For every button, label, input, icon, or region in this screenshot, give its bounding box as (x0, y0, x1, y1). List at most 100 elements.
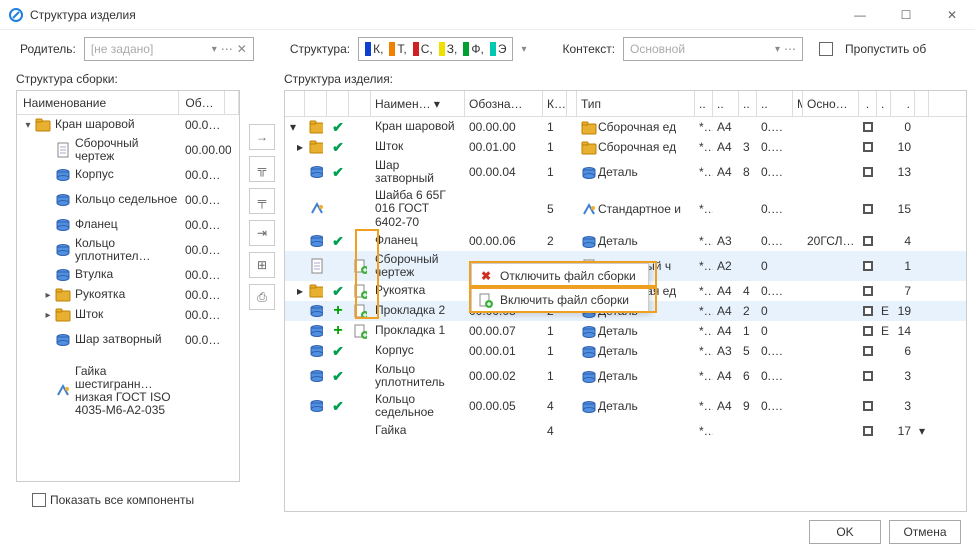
grid-row[interactable]: Шайба 6 65Г 016 ГОСТ 6402-705Стандартное… (285, 187, 966, 231)
tree-row[interactable]: Кольцо седельное00.0… (17, 185, 239, 215)
chevron-down-icon: ▾ (212, 44, 217, 55)
context-menu: ✖ Отключить файл сборки Включить файл сб… (471, 263, 649, 313)
assembly-icon (55, 307, 71, 323)
tree-row[interactable]: Фланец00.0… (17, 215, 239, 235)
grid-row[interactable]: Гайка4*…17▾ (285, 421, 966, 441)
assembly-icon (35, 117, 51, 133)
std-icon (55, 383, 71, 399)
context-value: Основной (630, 42, 685, 56)
grid-header-10[interactable]: .. (713, 91, 739, 116)
x-red-icon: ✖ (478, 268, 494, 284)
ok-button[interactable]: OK (809, 520, 881, 544)
part-icon (55, 242, 71, 258)
grid-header-12[interactable]: .. (757, 91, 793, 116)
grid-header-7[interactable] (567, 91, 577, 116)
grid-header-6[interactable]: К… (543, 91, 567, 116)
grid-header-17[interactable]: . (891, 91, 915, 116)
tree-header-name[interactable]: Наименование (17, 91, 179, 114)
mid-button-3[interactable]: ⇥ (249, 220, 275, 246)
structure-chip[interactable]: Э (488, 42, 509, 56)
structure-label: Структура: (290, 42, 350, 56)
show-all-row: Показать все компоненты (16, 482, 240, 512)
grid-header-0[interactable] (285, 91, 305, 116)
context-combo[interactable]: Основной ▾ ⋯ (623, 37, 803, 61)
grid-row[interactable]: ✔Корпус00.00.011Деталь*…A350.…6 (285, 341, 966, 361)
grid-row[interactable]: ▸✔Шток00.01.001Сборочная ед*…A430.…10 (285, 137, 966, 157)
skip-checkbox[interactable] (819, 42, 833, 56)
grid-header-15[interactable]: . (859, 91, 877, 116)
tree-header-code[interactable]: Об… (179, 91, 225, 114)
grid-header-8[interactable]: Тип (577, 91, 695, 116)
structure-chips[interactable]: К,Т,С,З,Ф,Э (358, 37, 513, 61)
ctx-disable-assembly-file[interactable]: ✖ Отключить файл сборки (472, 264, 648, 288)
clear-icon[interactable]: ✕ (237, 42, 247, 56)
grid-header-14[interactable]: Осно… (803, 91, 859, 116)
tree-row[interactable]: Втулка00.0… (17, 265, 239, 285)
grid-header-1[interactable] (305, 91, 327, 116)
grid-header-16[interactable]: . (877, 91, 891, 116)
structure-chip[interactable]: Ф, (461, 42, 485, 56)
grid-header-3[interactable] (349, 91, 371, 116)
structure-chip[interactable]: К, (363, 42, 385, 56)
part-icon (55, 332, 71, 348)
ellipsis-icon[interactable]: ⋯ (221, 42, 233, 56)
mid-button-5[interactable]: ⎙ (249, 284, 275, 310)
doc-plus-icon (478, 292, 494, 308)
chevron-down-icon: ▾ (775, 44, 780, 55)
structure-chip[interactable]: З, (437, 42, 460, 56)
grid-header-9[interactable]: .. (695, 91, 713, 116)
ellipsis-icon[interactable]: ⋯ (784, 42, 796, 56)
grid-header-5[interactable]: Обозна… (465, 91, 543, 116)
tree-row[interactable]: Гайка шестигранн… низкая ГОСТ ISO 4035-M… (17, 355, 239, 427)
maximize-button[interactable]: ☐ (883, 0, 929, 30)
toolbar: Родитель: [не задано] ▾ ⋯ ✕ Структура: К… (0, 30, 975, 68)
tree-row[interactable]: Кольцо уплотнител…00.0… (17, 235, 239, 265)
grid-header-2[interactable] (327, 91, 349, 116)
grid-row[interactable]: ▾✔Кран шаровой00.00.001Сборочная ед*…A40… (285, 117, 966, 137)
part-icon (55, 267, 71, 283)
dialog-footer: OK Отмена (0, 512, 975, 552)
part-icon (55, 167, 71, 183)
close-button[interactable]: ✕ (929, 0, 975, 30)
grid-row[interactable]: ✔Кольцо уплотнитель00.00.021Деталь*…A460… (285, 361, 966, 391)
window-titlebar: Структура изделия — ☐ ✕ (0, 0, 975, 30)
tree-row[interactable]: Сборочный чертеж00.00.00 СБ (17, 135, 239, 165)
tree-row[interactable]: ▾Кран шаровой00.0… (17, 115, 239, 135)
grid-header-18[interactable] (915, 91, 929, 116)
left-panel-title: Структура сборки: (16, 68, 240, 90)
assembly-tree: Наименование Об… ▾Кран шаровой00.0…Сборо… (16, 90, 240, 482)
ctx-enable-assembly-file[interactable]: Включить файл сборки (472, 288, 648, 312)
structure-chip[interactable]: Т, (387, 42, 408, 56)
mid-toolbar: → ╦ ╤ ⇥ ⊞ ⎙ (240, 68, 284, 512)
parent-label: Родитель: (20, 42, 76, 56)
part-icon (55, 217, 71, 233)
grid-header-13[interactable]: М.. (793, 91, 803, 116)
structure-chip[interactable]: С, (411, 42, 435, 56)
product-grid: Наимен… ▾Обозна…К…Тип........М..Осно…...… (284, 90, 967, 512)
grid-row[interactable]: +Прокладка 100.00.071Деталь*…A410Е14 (285, 321, 966, 341)
grid-row[interactable]: ✔Кольцо седельное00.00.054Деталь*…A490.…… (285, 391, 966, 421)
part-icon (55, 192, 71, 208)
window-title: Структура изделия (30, 8, 837, 22)
skip-label: Пропустить об (845, 42, 926, 56)
cancel-button[interactable]: Отмена (889, 520, 961, 544)
grid-row[interactable]: ✔Шар затворный00.00.041Деталь*…A480.…13 (285, 157, 966, 187)
chevron-down-icon[interactable]: ▾ (521, 44, 526, 55)
assembly-icon (55, 287, 71, 303)
grid-header-11[interactable]: .. (739, 91, 757, 116)
tree-row[interactable]: Корпус00.0… (17, 165, 239, 185)
minimize-button[interactable]: — (837, 0, 883, 30)
tree-row[interactable]: ▸Шток00.0… (17, 305, 239, 325)
mid-button-0[interactable]: → (249, 124, 275, 150)
tree-row[interactable]: ▸Рукоятка00.0… (17, 285, 239, 305)
grid-header-4[interactable]: Наимен… ▾ (371, 91, 465, 116)
app-icon (8, 7, 24, 23)
show-all-label: Показать все компоненты (50, 493, 194, 507)
parent-combo[interactable]: [не задано] ▾ ⋯ ✕ (84, 37, 254, 61)
mid-button-4[interactable]: ⊞ (249, 252, 275, 278)
tree-row[interactable]: Шар затворный00.0… (17, 325, 239, 355)
mid-button-1[interactable]: ╦ (249, 156, 275, 182)
mid-button-2[interactable]: ╤ (249, 188, 275, 214)
grid-row[interactable]: ✔Фланец00.00.062Деталь*…A30.…20ГСЛ…4 (285, 231, 966, 251)
show-all-checkbox[interactable] (32, 493, 46, 507)
